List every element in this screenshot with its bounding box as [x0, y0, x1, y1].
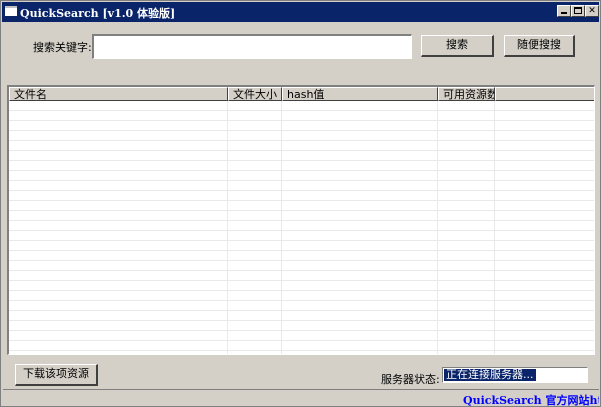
column-divider: [437, 101, 438, 354]
table-row[interactable]: [9, 121, 594, 131]
table-row[interactable]: [9, 151, 594, 161]
download-resource-button[interactable]: 下载该项资源: [15, 364, 98, 386]
close-icon: ✕: [588, 6, 596, 16]
table-row[interactable]: [9, 341, 594, 351]
maximize-icon: [574, 7, 582, 14]
table-row[interactable]: [9, 331, 594, 341]
results-table[interactable]: 文件名 文件大小 hash值 可用资源数: [7, 85, 595, 355]
search-input[interactable]: [92, 34, 412, 59]
column-divider: [494, 101, 495, 354]
search-keyword-label: 搜索关键字:: [33, 41, 92, 54]
table-row[interactable]: [9, 321, 594, 331]
minimize-icon: [561, 12, 567, 14]
column-header-filename[interactable]: 文件名: [9, 87, 228, 101]
table-row[interactable]: [9, 101, 594, 111]
app-window: QuickSearch [v1.0 体验版] ✕ 搜索关键字: 搜索 随便搜搜 …: [0, 0, 601, 407]
column-header-hash[interactable]: hash值: [282, 87, 438, 101]
close-button[interactable]: ✕: [585, 5, 599, 17]
app-window-icon: [5, 6, 17, 16]
random-search-button[interactable]: 随便搜搜: [504, 35, 575, 57]
table-row[interactable]: [9, 241, 594, 251]
table-row[interactable]: [9, 211, 594, 221]
table-row[interactable]: [9, 111, 594, 121]
column-header-filler: [495, 87, 594, 101]
table-row[interactable]: [9, 311, 594, 321]
table-row[interactable]: [9, 141, 594, 151]
table-row[interactable]: [9, 301, 594, 311]
table-row[interactable]: [9, 291, 594, 301]
column-divider: [227, 101, 228, 354]
table-row[interactable]: [9, 251, 594, 261]
table-row[interactable]: [9, 171, 594, 181]
table-row[interactable]: [9, 221, 594, 231]
search-button[interactable]: 搜索: [421, 35, 494, 57]
server-status-label: 服务器状态:: [381, 373, 440, 386]
status-bar: QuickSearch 官方网站http://w: [3, 389, 599, 406]
table-header: 文件名 文件大小 hash值 可用资源数: [9, 87, 594, 101]
server-status-field: 正在连接服务器...: [442, 367, 588, 383]
table-row[interactable]: [9, 201, 594, 211]
column-header-sources[interactable]: 可用资源数: [438, 87, 495, 101]
minimize-button[interactable]: [557, 5, 571, 17]
window-title: QuickSearch [v1.0 体验版]: [20, 7, 176, 20]
table-row[interactable]: [9, 231, 594, 241]
title-bar[interactable]: QuickSearch [v1.0 体验版] ✕: [2, 2, 599, 22]
table-row[interactable]: [9, 131, 594, 141]
table-body[interactable]: [9, 101, 594, 354]
official-site-link[interactable]: QuickSearch 官方网站http://w: [463, 392, 599, 406]
table-row[interactable]: [9, 271, 594, 281]
table-row[interactable]: [9, 191, 594, 201]
table-row[interactable]: [9, 281, 594, 291]
maximize-button[interactable]: [571, 5, 585, 17]
table-row[interactable]: [9, 261, 594, 271]
column-header-filesize[interactable]: 文件大小: [228, 87, 282, 101]
table-row[interactable]: [9, 181, 594, 191]
server-status-value: 正在连接服务器...: [444, 368, 536, 381]
table-row[interactable]: [9, 161, 594, 171]
column-divider: [281, 101, 282, 354]
